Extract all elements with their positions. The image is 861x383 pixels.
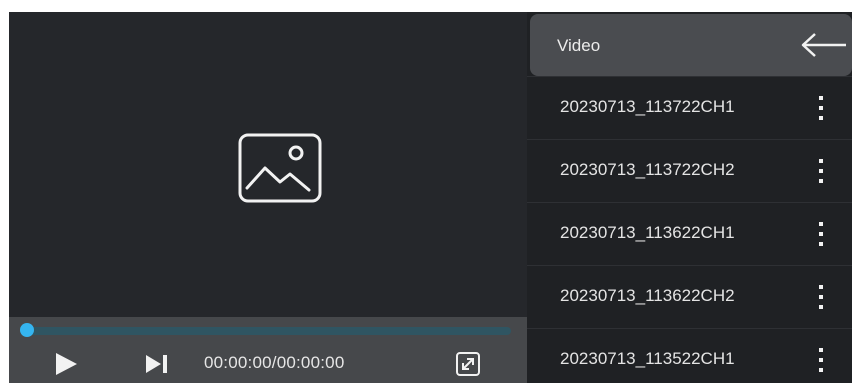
video-name: 20230713_113522CH1	[560, 349, 735, 368]
video-list-item[interactable]: 20230713_113722CH2	[527, 139, 852, 202]
video-name: 20230713_113722CH2	[560, 160, 735, 179]
video-player[interactable]: 00:00:00/00:00:00	[9, 12, 527, 383]
more-options-button[interactable]	[815, 283, 827, 311]
play-button[interactable]	[53, 351, 79, 377]
fullscreen-icon	[456, 352, 480, 376]
video-name: 20230713_113622CH2	[560, 286, 735, 305]
progress-handle[interactable]	[20, 323, 34, 337]
fullscreen-button[interactable]	[455, 351, 481, 377]
play-icon	[56, 353, 77, 375]
video-name: 20230713_113722CH1	[560, 97, 735, 116]
back-button[interactable]	[800, 32, 848, 58]
more-options-button[interactable]	[815, 157, 827, 185]
more-options-button[interactable]	[815, 94, 827, 122]
video-list-panel: Video 20230713_113722CH1 20230713_113722…	[527, 12, 852, 383]
next-button[interactable]	[145, 354, 169, 374]
app-window: 00:00:00/00:00:00 Video 20230713_113722C…	[9, 12, 852, 383]
skip-next-icon	[146, 355, 167, 373]
time-display: 00:00:00/00:00:00	[204, 353, 345, 372]
image-placeholder-icon	[237, 132, 323, 204]
player-controls: 00:00:00/00:00:00	[9, 317, 527, 383]
more-vertical-icon	[819, 285, 823, 309]
video-list-item[interactable]: 20230713_113622CH1	[527, 202, 852, 265]
video-list-item[interactable]: 20230713_113722CH1	[527, 76, 852, 139]
more-vertical-icon	[819, 348, 823, 372]
more-vertical-icon	[819, 96, 823, 120]
video-list-item[interactable]: 20230713_113622CH2	[527, 265, 852, 328]
video-name: 20230713_113622CH1	[560, 223, 735, 242]
more-options-button[interactable]	[815, 346, 827, 374]
progress-bar[interactable]	[21, 327, 511, 335]
video-list-item[interactable]: 20230713_113522CH1	[527, 328, 852, 383]
panel-title: Video	[557, 36, 601, 55]
more-options-button[interactable]	[815, 220, 827, 248]
arrow-left-icon	[801, 33, 846, 57]
panel-header: Video	[530, 14, 852, 76]
more-vertical-icon	[819, 159, 823, 183]
more-vertical-icon	[819, 222, 823, 246]
